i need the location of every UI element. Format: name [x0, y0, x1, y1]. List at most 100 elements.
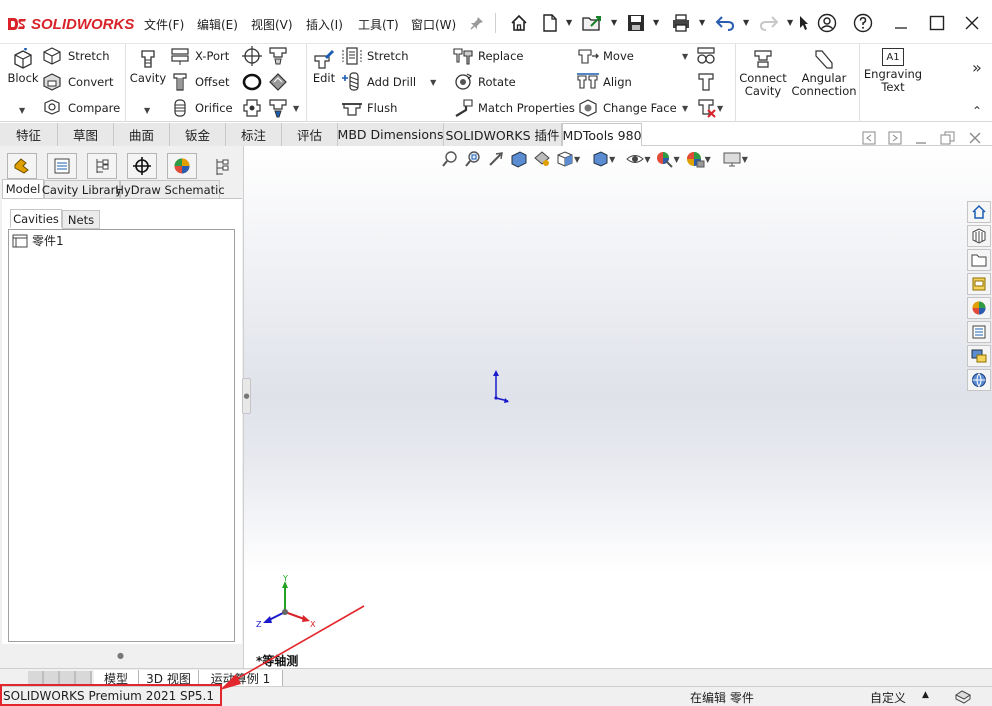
save-icon[interactable] [625, 12, 647, 34]
stretch-block-button[interactable]: Stretch [42, 45, 109, 67]
select-icon[interactable] [796, 12, 810, 34]
task-pane-file-explorer[interactable] [967, 273, 991, 295]
delete-dropdown-icon[interactable]: ▼ [717, 104, 723, 113]
tab-cavity-tree[interactable] [208, 155, 236, 179]
collapse-right-icon[interactable] [888, 131, 902, 145]
zoom-to-fit-icon[interactable] [441, 150, 459, 168]
diamond-plug-icon[interactable] [267, 71, 289, 93]
engraving-text-button[interactable]: A1 Engraving Text [864, 48, 922, 94]
orifice-button[interactable]: Orifice [169, 97, 233, 119]
menu-tools[interactable]: 工具(T) [358, 16, 399, 33]
tool-dropdown-icon[interactable]: ▼ [293, 104, 299, 113]
user-account-icon[interactable] [816, 12, 838, 34]
tab-configuration-manager[interactable] [87, 153, 117, 179]
apply-scene-dropdown-icon[interactable]: ▼ [705, 155, 711, 164]
cartridge-icon[interactable] [267, 97, 289, 119]
rebuild-status-icon[interactable] [954, 689, 972, 705]
view-settings-icon[interactable] [722, 150, 742, 168]
apply-scene-icon[interactable] [685, 150, 705, 168]
move-dropdown-icon[interactable]: ▼ [682, 52, 688, 61]
panel-collapse-handle[interactable]: ● [242, 378, 251, 414]
fitting-icon[interactable] [241, 97, 263, 119]
block-dropdown-icon[interactable]: ▼ [19, 106, 25, 115]
help-icon[interactable] [852, 12, 874, 34]
xport-button[interactable]: X-Port [169, 45, 229, 67]
tab-mbd-dimensions[interactable]: MBD Dimensions [338, 123, 444, 146]
home-icon[interactable] [508, 12, 530, 34]
move-button[interactable]: Move [577, 45, 634, 67]
unit-system-dropdown[interactable]: 自定义 [870, 689, 906, 706]
doc-close-icon[interactable] [968, 131, 982, 145]
solidworks-logo[interactable]: SOLIDWORKS [6, 14, 134, 34]
tab-mdtools[interactable]: MDTools 980 [562, 123, 642, 146]
undo-dropdown-icon[interactable]: ▼ [743, 18, 749, 27]
zoom-to-area-icon[interactable] [464, 150, 482, 168]
collapse-left-icon[interactable] [862, 131, 876, 145]
hide-show-items-icon[interactable] [626, 150, 645, 168]
panel-tab-hydraw-schematic[interactable]: HyDraw Schematic [115, 180, 225, 199]
connect-cavity-button[interactable]: Connect Cavity [739, 48, 787, 98]
compare-button[interactable]: Compare [42, 97, 120, 119]
edit-appearance-icon[interactable] [655, 150, 674, 168]
tab-sketch[interactable]: 草图 [58, 123, 114, 146]
view-orientation-icon[interactable] [556, 150, 574, 168]
port-tool-icon[interactable] [267, 45, 289, 67]
delete-component-icon[interactable] [695, 97, 717, 119]
graphics-area[interactable] [244, 146, 992, 668]
cavity-dropdown-icon[interactable]: ▼ [144, 106, 150, 115]
panel-splitter-handle[interactable]: ● [117, 651, 124, 660]
save-dropdown-icon[interactable]: ▼ [653, 18, 659, 27]
print-dropdown-icon[interactable]: ▼ [699, 18, 705, 27]
add-drill-button[interactable]: Add Drill ▼ [341, 71, 436, 93]
menu-insert[interactable]: 插入(I) [306, 16, 343, 33]
tab-features[interactable]: 特征 [0, 123, 58, 146]
display-style-icon[interactable] [591, 150, 609, 168]
subtab-nets[interactable]: Nets [62, 210, 100, 229]
view-orientation-dropdown-icon[interactable]: ▼ [574, 155, 580, 164]
binocular-icon[interactable] [695, 45, 717, 67]
crosshair-hole-icon[interactable] [241, 45, 263, 67]
menu-window[interactable]: 窗口(W) [411, 16, 456, 33]
ribbon-collapse-icon[interactable]: ⌃ [972, 104, 982, 118]
section-view-icon[interactable] [510, 150, 528, 168]
stretch-button[interactable]: Stretch [341, 45, 408, 67]
doc-restore-icon[interactable] [940, 131, 956, 145]
minimize-button[interactable] [889, 12, 913, 34]
tab-evaluate[interactable]: 评估 [282, 123, 338, 146]
task-pane-custom-properties[interactable] [967, 321, 991, 343]
add-drill-dropdown-icon[interactable]: ▼ [430, 78, 436, 87]
panel-tab-model[interactable]: Model [2, 179, 44, 198]
tab-solidworks-addins[interactable]: SOLIDWORKS 插件 [444, 123, 562, 146]
pin-icon[interactable] [466, 12, 488, 34]
match-properties-button[interactable]: Match Properties [452, 97, 575, 119]
tab-dimxpert-manager[interactable] [127, 153, 157, 179]
doc-minimize-icon[interactable] [914, 131, 928, 145]
panel-tab-cavity-library[interactable]: Cavity Library [42, 180, 122, 199]
tab-sheet-metal[interactable]: 钣金 [170, 123, 226, 146]
edit-appearance-dropdown-icon[interactable]: ▼ [673, 155, 679, 164]
cavity-button[interactable]: Cavity [130, 48, 166, 85]
undo-icon[interactable] [714, 12, 736, 34]
task-pane-resources[interactable] [967, 225, 991, 247]
redo-dropdown-icon[interactable]: ▼ [787, 18, 793, 27]
previous-view-icon[interactable] [487, 150, 505, 168]
tab-feature-manager[interactable] [7, 153, 37, 179]
task-pane-solidworks-forum[interactable] [967, 345, 991, 367]
open-file-icon[interactable] [581, 12, 603, 34]
menu-view[interactable]: 视图(V) [251, 16, 293, 33]
menu-file[interactable]: 文件(F) [144, 16, 184, 33]
close-button[interactable] [960, 12, 984, 34]
new-dropdown-icon[interactable]: ▼ [566, 18, 572, 27]
ribbon-more-icon[interactable]: » [972, 58, 982, 77]
task-pane-design-library[interactable] [967, 249, 991, 271]
redo-icon[interactable] [758, 12, 780, 34]
tree-item[interactable]: 零件1 [12, 232, 64, 249]
menu-edit[interactable]: 编辑(E) [197, 16, 238, 33]
tab-surfaces[interactable]: 曲面 [114, 123, 170, 146]
rotate-button[interactable]: Rotate [452, 71, 516, 93]
replace-button[interactable]: Replace [452, 45, 524, 67]
change-face-dropdown-icon[interactable]: ▼ [682, 104, 688, 113]
display-style-dropdown-icon[interactable]: ▼ [609, 155, 615, 164]
view-settings-dropdown-icon[interactable]: ▼ [742, 155, 748, 164]
print-icon[interactable] [670, 12, 692, 34]
